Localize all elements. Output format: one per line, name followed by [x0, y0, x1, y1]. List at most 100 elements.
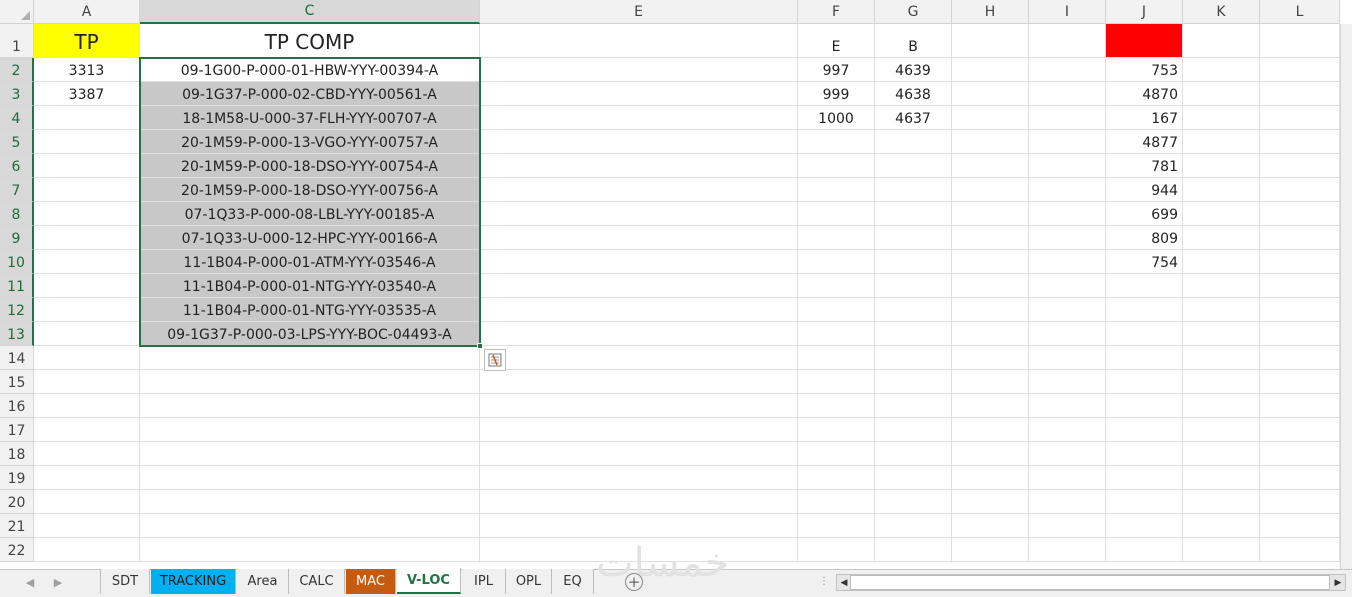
grid-cell[interactable]	[34, 226, 140, 250]
grid-cell[interactable]	[952, 154, 1029, 178]
grid-cell[interactable]	[480, 202, 798, 226]
grid-cell[interactable]	[875, 130, 952, 154]
grid-cell[interactable]	[1029, 370, 1106, 394]
grid-cell[interactable]	[1183, 24, 1260, 58]
grid-cell[interactable]	[1183, 226, 1260, 250]
grid-cell[interactable]	[1183, 346, 1260, 370]
grid-cell[interactable]	[1029, 442, 1106, 466]
row-header-5[interactable]: 5	[0, 130, 34, 154]
grid-cell[interactable]	[1029, 178, 1106, 202]
cell-j3[interactable]: 4870	[1106, 82, 1183, 106]
grid-cell[interactable]	[875, 490, 952, 514]
grid-cell[interactable]	[1260, 82, 1340, 106]
fill-handle[interactable]	[477, 343, 483, 349]
column-header-g[interactable]: G	[875, 0, 952, 24]
grid-cell[interactable]	[798, 442, 875, 466]
grid-cell[interactable]	[798, 226, 875, 250]
select-all-corner[interactable]	[0, 0, 34, 24]
grid-cell[interactable]	[480, 274, 798, 298]
grid-cell[interactable]	[798, 154, 875, 178]
grid-cell[interactable]	[480, 298, 798, 322]
cell-f3[interactable]: 999	[798, 82, 875, 106]
grid-cell[interactable]	[1260, 226, 1340, 250]
grid-cell[interactable]	[1260, 154, 1340, 178]
cell-j8[interactable]: 699	[1106, 202, 1183, 226]
grid-cell[interactable]	[140, 538, 480, 562]
grid-cell[interactable]	[1260, 442, 1340, 466]
cell-j6[interactable]: 781	[1106, 154, 1183, 178]
grid-cell[interactable]	[1260, 58, 1340, 82]
grid-cell[interactable]	[1183, 154, 1260, 178]
grid-cell[interactable]	[1029, 130, 1106, 154]
grid-cell[interactable]	[1260, 250, 1340, 274]
grid-cell[interactable]	[1260, 298, 1340, 322]
grid-cell[interactable]	[1106, 418, 1183, 442]
horizontal-scroll-thumb[interactable]	[850, 575, 1330, 590]
grid-cell[interactable]	[34, 154, 140, 178]
row-header-15[interactable]: 15	[0, 370, 34, 394]
grid-cell[interactable]	[798, 130, 875, 154]
grid-cell[interactable]	[798, 346, 875, 370]
grid-cell[interactable]	[1183, 106, 1260, 130]
grid-cell[interactable]	[480, 346, 798, 370]
grid-cell[interactable]	[1183, 370, 1260, 394]
grid-cell[interactable]	[875, 298, 952, 322]
grid-cell[interactable]	[480, 24, 798, 58]
grid-cell[interactable]	[1183, 538, 1260, 562]
row-header-20[interactable]: 20	[0, 490, 34, 514]
cell-c9[interactable]: 07-1Q33-U-000-12-HPC-YYY-00166-A	[140, 226, 480, 250]
grid-cell[interactable]	[1183, 442, 1260, 466]
grid-cell[interactable]	[1029, 490, 1106, 514]
grid-cell[interactable]	[1260, 514, 1340, 538]
grid-cell[interactable]	[952, 24, 1029, 58]
grid-cell[interactable]	[875, 442, 952, 466]
row-header-10[interactable]: 10	[0, 250, 34, 274]
row-header-22[interactable]: 22	[0, 538, 34, 562]
grid-cell[interactable]	[1106, 274, 1183, 298]
grid-cell[interactable]	[798, 466, 875, 490]
grid-cell[interactable]	[875, 250, 952, 274]
tab-eq[interactable]: EQ	[552, 569, 594, 594]
grid-cell[interactable]	[1183, 466, 1260, 490]
grid-cell[interactable]	[1106, 442, 1183, 466]
grid-cell[interactable]	[1183, 514, 1260, 538]
grid-cell[interactable]	[1183, 274, 1260, 298]
grid-cell[interactable]	[480, 514, 798, 538]
grid-cell[interactable]	[34, 466, 140, 490]
grid-cell[interactable]	[480, 58, 798, 82]
grid-cell[interactable]	[480, 466, 798, 490]
cell-j10[interactable]: 754	[1106, 250, 1183, 274]
row-header-18[interactable]: 18	[0, 442, 34, 466]
tab-opl[interactable]: OPL	[506, 569, 552, 594]
grid-cell[interactable]	[875, 274, 952, 298]
grid-cell[interactable]	[480, 154, 798, 178]
grid-cell[interactable]	[875, 154, 952, 178]
grid-cell[interactable]	[1106, 370, 1183, 394]
grid-cell[interactable]	[952, 466, 1029, 490]
grid-cell[interactable]	[1106, 514, 1183, 538]
grid-cell[interactable]	[952, 202, 1029, 226]
grid-cell[interactable]	[1029, 322, 1106, 346]
row-header-21[interactable]: 21	[0, 514, 34, 538]
grid-cell[interactable]	[480, 490, 798, 514]
row-header-6[interactable]: 6	[0, 154, 34, 178]
grid-cell[interactable]	[798, 538, 875, 562]
grid-cell[interactable]	[34, 490, 140, 514]
cell-c8[interactable]: 07-1Q33-P-000-08-LBL-YYY-00185-A	[140, 202, 480, 226]
grid-cell[interactable]	[34, 298, 140, 322]
cell-g4[interactable]: 4637	[875, 106, 952, 130]
grid-cell[interactable]	[1029, 394, 1106, 418]
cell-j1[interactable]	[1106, 24, 1183, 58]
grid-cell[interactable]	[34, 250, 140, 274]
grid-cell[interactable]	[798, 322, 875, 346]
vertical-scrollbar[interactable]	[1340, 24, 1352, 569]
grid-cell[interactable]	[798, 202, 875, 226]
grid-cell[interactable]	[875, 226, 952, 250]
grid-cell[interactable]	[798, 250, 875, 274]
scroll-left-arrow-icon[interactable]: ◀	[838, 575, 850, 590]
grid-cell[interactable]	[140, 418, 480, 442]
grid-cell[interactable]	[480, 442, 798, 466]
cell-j7[interactable]: 944	[1106, 178, 1183, 202]
grid-cell[interactable]	[480, 82, 798, 106]
grid-cell[interactable]	[1260, 274, 1340, 298]
